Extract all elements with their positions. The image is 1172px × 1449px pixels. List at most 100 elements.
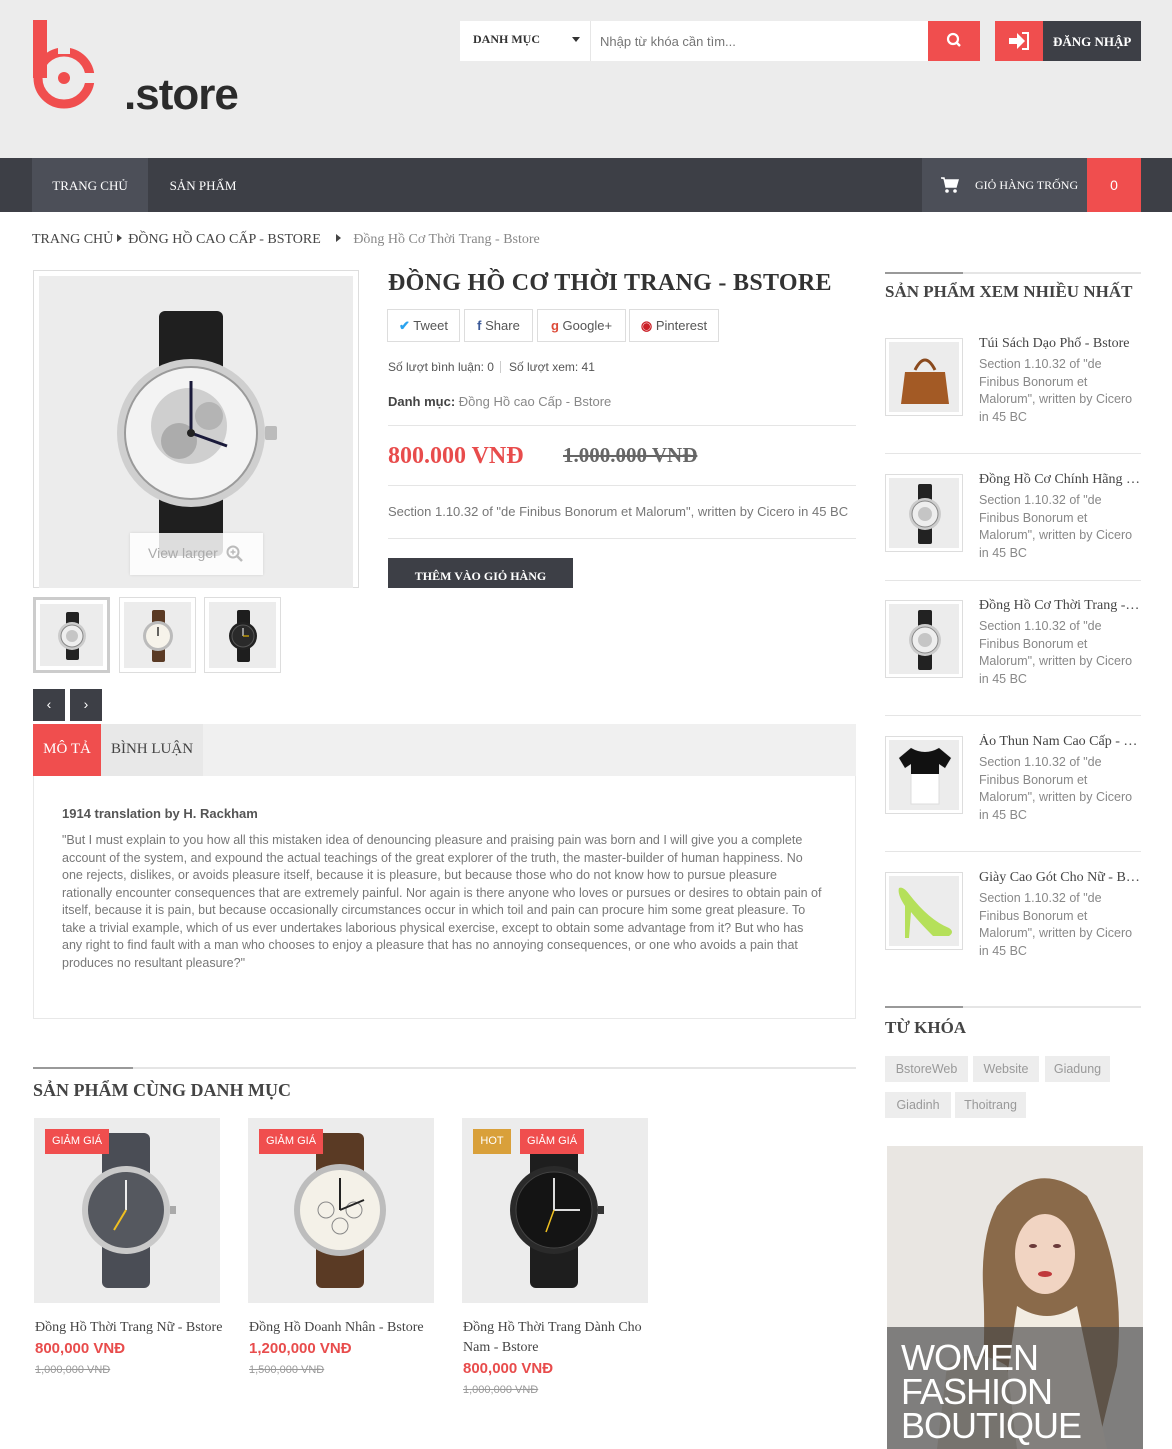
login-label: ĐĂNG NHẬP [1053, 34, 1132, 49]
view-larger-button[interactable]: View larger [130, 533, 263, 575]
tags-title: TỪ KHÓA [885, 1018, 967, 1037]
tab-comments[interactable]: BÌNH LUẬN [101, 724, 203, 776]
category-select[interactable]: DANH MỤC [460, 21, 591, 61]
product-thumbnail[interactable] [204, 597, 281, 673]
related-product-image[interactable]: GIẢM GIÁ [248, 1118, 434, 1303]
related-product-old-price: 1,000,000 VNĐ [35, 1364, 111, 1376]
product-thumbnail[interactable] [33, 597, 110, 673]
product-stats: Số lượt bình luận: 0 Số lượt xem: 41 [388, 360, 595, 374]
logo[interactable]: .store [30, 20, 239, 119]
product-short-description: Section 1.10.32 of "de Finibus Bonorum e… [388, 504, 849, 519]
product-price: 800.000 VNĐ [388, 443, 524, 469]
handbag-image [901, 358, 949, 404]
divider [388, 425, 856, 426]
breadcrumb-category[interactable]: ĐỒNG HỒ CAO CẤP - BSTORE [128, 232, 321, 248]
related-product-name[interactable]: Đồng Hồ Thời Trang Dành Cho Nam - Bstore [463, 1318, 653, 1358]
hot-badge: HOT [473, 1129, 511, 1154]
zoom-in-icon [226, 545, 243, 562]
most-viewed-name[interactable]: Đồng Hồ Cơ Thời Trang - Bstore [979, 598, 1141, 614]
product-main-image[interactable]: View larger [33, 270, 359, 588]
cart-button[interactable]: GIỎ HÀNG TRỐNG 0 [922, 158, 1141, 212]
related-product-price: 800,000 VNĐ [463, 1360, 554, 1377]
product-old-price: 1.000.000 VNĐ [563, 443, 698, 467]
most-viewed-title: SẢN PHẨM XEM NHIỀU NHẤT [885, 282, 1133, 301]
related-product-price: 1,200,000 VNĐ [249, 1340, 352, 1357]
divider [885, 715, 1141, 716]
sale-badge: GIẢM GIÁ [520, 1129, 584, 1154]
sale-badge: GIẢM GIÁ [45, 1129, 109, 1154]
divider [885, 580, 1141, 581]
category-select-value: DANH MỤC [473, 32, 540, 46]
banner-text: WOMEN FASHION BOUTIQUE [901, 1337, 1082, 1446]
most-viewed-name[interactable]: Túi Sách Dạo Phố - Bstore [979, 336, 1141, 352]
tag-item[interactable]: BstoreWeb [885, 1056, 968, 1082]
product-category: Danh mục: Đồng Hồ cao Cấp - Bstore [388, 394, 611, 409]
divider [885, 851, 1141, 852]
related-product-image[interactable]: HOT GIẢM GIÁ [462, 1118, 648, 1303]
most-viewed-item[interactable]: Giày Cao Gót Cho Nữ - Bstore Section 1.1… [885, 870, 1141, 972]
google-plus-label: Google+ [562, 318, 613, 333]
fashion-banner[interactable]: WOMEN FASHION BOUTIQUE [887, 1146, 1143, 1449]
login-button[interactable]: ĐĂNG NHẬP [995, 21, 1141, 61]
related-product-image[interactable]: GIẢM GIÁ [34, 1118, 220, 1303]
sign-in-icon [995, 21, 1043, 61]
tag-item[interactable]: Website [973, 1056, 1039, 1082]
nav-item-home[interactable]: TRANG CHỦ [32, 158, 148, 212]
divider [33, 1067, 856, 1069]
related-product-name[interactable]: Đồng Hồ Doanh Nhân - Bstore [249, 1318, 439, 1338]
divider-accent [33, 1067, 133, 1069]
most-viewed-item[interactable]: Túi Sách Dạo Phố - Bstore Section 1.10.3… [885, 336, 1141, 438]
watch-thumbnail-image [58, 612, 86, 660]
related-product-old-price: 1,000,000 VNĐ [463, 1384, 539, 1396]
related-section-title: SẢN PHẨM CÙNG DANH MỤC [33, 1080, 291, 1100]
watch-image [909, 610, 941, 670]
tag-item[interactable]: Giadinh [885, 1092, 951, 1118]
most-viewed-description: Section 1.10.32 of "de Finibus Bonorum e… [979, 493, 1133, 560]
divider-accent [885, 272, 963, 274]
tweet-button[interactable]: ✔ Tweet [387, 309, 460, 342]
most-viewed-image[interactable] [885, 338, 963, 416]
most-viewed-name[interactable]: Áo Thun Nam Cao Cấp - Bstore [979, 734, 1141, 750]
most-viewed-image[interactable] [885, 474, 963, 552]
product-thumbnail[interactable] [119, 597, 196, 673]
most-viewed-item[interactable]: Đồng Hồ Cơ Thời Trang - Bstore Section 1… [885, 598, 1141, 700]
category-link[interactable]: Đồng Hồ cao Cấp - Bstore [459, 394, 611, 409]
cart-icon [941, 177, 959, 193]
related-product-old-price: 1,500,000 VNĐ [249, 1364, 325, 1376]
breadcrumb-home[interactable]: TRANG CHỦ [32, 232, 113, 248]
tweet-label: Tweet [413, 318, 448, 333]
tab-body-text: "But I must explain to you how all this … [62, 833, 822, 970]
chevron-down-icon [572, 37, 580, 42]
watch-thumbnail-image [229, 610, 257, 662]
tag-item[interactable]: Giadung [1045, 1056, 1110, 1082]
add-to-cart-button[interactable]: THÊM VÀO GIỎ HÀNG [388, 558, 573, 588]
nav-item-products[interactable]: SẢN PHẨM [148, 158, 258, 212]
thumbnail-next-button[interactable]: › [70, 689, 102, 721]
pinterest-button[interactable]: ◉ Pinterest [629, 309, 719, 342]
most-viewed-name[interactable]: Giày Cao Gót Cho Nữ - Bstore [979, 870, 1141, 886]
most-viewed-image[interactable] [885, 872, 963, 950]
most-viewed-description: Section 1.10.32 of "de Finibus Bonorum e… [979, 619, 1133, 686]
divider-accent [885, 1006, 963, 1008]
search-input[interactable] [592, 21, 928, 61]
most-viewed-name[interactable]: Đồng Hồ Cơ Chính Hãng - Bstore [979, 472, 1141, 488]
facebook-share-button[interactable]: f Share [464, 309, 533, 342]
most-viewed-item[interactable]: Đồng Hồ Cơ Chính Hãng - Bstore Section 1… [885, 472, 1141, 574]
google-plus-icon: g [550, 318, 559, 333]
search-button[interactable] [928, 21, 980, 61]
tab-description[interactable]: MÔ TẢ [33, 724, 101, 776]
product-tabs: MÔ TẢ BÌNH LUẬN [33, 724, 856, 776]
most-viewed-description: Section 1.10.32 of "de Finibus Bonorum e… [979, 755, 1133, 822]
tag-item[interactable]: Thoitrang [955, 1092, 1026, 1118]
most-viewed-image[interactable] [885, 600, 963, 678]
most-viewed-image[interactable] [885, 736, 963, 814]
cart-label: GIỎ HÀNG TRỐNG [975, 178, 1079, 192]
breadcrumb-current: Đồng Hồ Cơ Thời Trang - Bstore [353, 232, 540, 247]
divider [388, 485, 856, 486]
most-viewed-item[interactable]: Áo Thun Nam Cao Cấp - Bstore Section 1.1… [885, 734, 1141, 836]
breadcrumb-separator-icon [336, 234, 342, 242]
related-product-name[interactable]: Đồng Hồ Thời Trang Nữ - Bstore [35, 1318, 225, 1338]
google-plus-button[interactable]: g Google+ [537, 309, 626, 342]
thumbnail-prev-button[interactable]: ‹ [33, 689, 65, 721]
cart-count-badge: 0 [1087, 158, 1141, 212]
